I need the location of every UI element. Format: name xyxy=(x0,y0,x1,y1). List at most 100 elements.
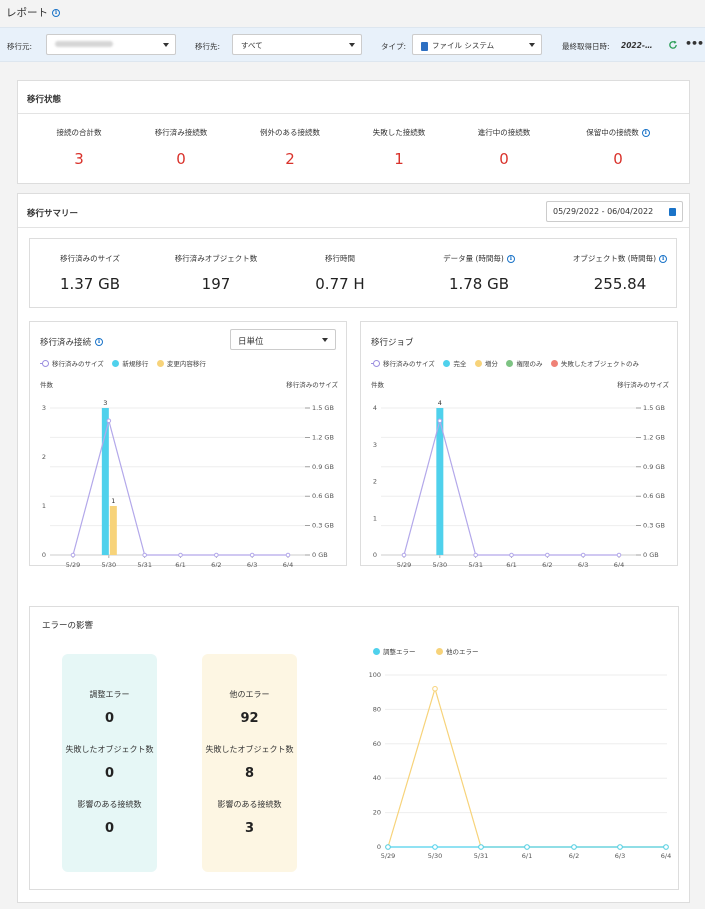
error-point xyxy=(478,844,484,850)
divider xyxy=(18,227,689,228)
error-point xyxy=(617,844,623,850)
left-tick-label: 4 xyxy=(373,404,377,412)
type-select[interactable]: ファイル システム xyxy=(412,34,542,55)
right-tick-label: 0.3 GB xyxy=(643,522,665,530)
error-chart: 0 20 40 60 80 100 5/29 5/30 5/31 6/1 6/2 6/3 6/4 xyxy=(369,671,672,860)
dest-select[interactable]: すべて xyxy=(232,34,362,55)
status-item-label: 移行済み接続数 xyxy=(126,127,236,138)
info-icon[interactable]: i xyxy=(95,338,104,346)
size-point xyxy=(214,552,219,558)
legend-item[interactable]: 権限のみ xyxy=(506,358,542,368)
status-item-label: 失敗した接続数 xyxy=(344,127,454,138)
legend-item[interactable]: 調整エラー xyxy=(373,646,416,656)
dest-value: すべて xyxy=(241,41,263,50)
left-tick-label: 3 xyxy=(42,404,46,412)
legend-item[interactable]: 変更内容移行 xyxy=(156,358,206,368)
bar-value-label: 4 xyxy=(438,399,442,407)
legend-item[interactable]: 増分 xyxy=(474,358,498,368)
status-item-label: 保留中の接続数 i xyxy=(563,127,673,138)
legend-item[interactable]: 移行済みのサイズ xyxy=(40,358,104,368)
status-item: 保留中の接続数 i 0 xyxy=(563,127,673,168)
dot-icon xyxy=(373,647,380,655)
status-item: 移行済み接続数 0 xyxy=(126,127,236,168)
source-select[interactable] xyxy=(46,34,176,55)
summary-label-text: 移行時間 xyxy=(325,254,355,263)
connections-chart-title-wrap: 移行済み接続 i xyxy=(40,336,104,348)
legend-item[interactable]: 移行済みのサイズ xyxy=(371,358,435,368)
info-icon[interactable]: i xyxy=(641,128,650,137)
size-point xyxy=(142,552,147,558)
jobs-chart: 件数 移行済みのサイズ 0 1 2 3 4 0 GB 0.3 GB 0.6 GB 0.9 GB 1.2… xyxy=(371,380,669,567)
right-tick-label: 1.2 GB xyxy=(643,433,665,441)
status-label-text: 失敗した接続数 xyxy=(372,128,426,137)
info-icon[interactable]: i xyxy=(659,254,668,263)
dot-icon xyxy=(443,359,451,367)
status-item-value: 2 xyxy=(285,150,295,168)
left-tick-label: 1 xyxy=(42,502,46,510)
date-range-picker[interactable]: 05/29/2022 - 06/04/2022 xyxy=(546,201,683,222)
info-icon[interactable]: i xyxy=(506,254,515,263)
status-item: 接続の合計数 3 xyxy=(24,127,134,168)
x-tick-label: 5/31 xyxy=(474,852,489,860)
left-axis-label: 件数 xyxy=(40,380,54,389)
right-axis-label: 移行済みのサイズ xyxy=(617,380,669,389)
other-error-value: 92 xyxy=(240,711,259,726)
dot-icon xyxy=(112,359,120,367)
status-card: 移行状態 接続の合計数 3 移行済み接続数 0 例外のある接続数 2 失敗した接続数 1 進行中… xyxy=(17,80,690,184)
dot-icon xyxy=(551,359,558,367)
left-tick-label: 0 xyxy=(42,551,46,559)
adjust-failed-label: 失敗したオブジェクト数 xyxy=(65,745,154,754)
summary-item: 移行時間 0.77 H xyxy=(265,253,415,293)
right-tick-label: 0.6 GB xyxy=(643,492,665,500)
y-tick-label: 60 xyxy=(373,740,381,748)
status-label-text: 進行中の接続数 xyxy=(477,128,531,137)
summary-item: オブジェクト数 (時間毎) i 255.84 xyxy=(545,253,695,293)
error-line xyxy=(387,686,666,848)
right-tick-label: 1.5 GB xyxy=(312,404,334,412)
adjust-conn-value: 0 xyxy=(104,821,115,836)
x-tick-label: 6/1 xyxy=(506,561,516,567)
size-point xyxy=(509,552,514,558)
status-item-label: 接続の合計数 xyxy=(24,127,134,138)
status-label-text: 移行済み接続数 xyxy=(154,128,208,137)
summary-card: 移行サマリー 05/29/2022 - 06/04/2022 移行済みのサイズ 1… xyxy=(17,193,690,903)
dot-icon xyxy=(474,359,482,367)
y-tick-label: 40 xyxy=(373,774,381,782)
x-tick-label: 6/1 xyxy=(175,561,185,567)
legend-item[interactable]: 失敗したオブジェクトのみ xyxy=(551,358,639,368)
line-marker-icon xyxy=(371,359,380,367)
right-tick-label: 0 GB xyxy=(643,551,659,559)
error-point xyxy=(571,844,577,850)
error-point xyxy=(524,844,530,850)
x-tick-label: 6/2 xyxy=(542,561,552,567)
chevron-down-icon xyxy=(322,338,328,342)
status-item-value: 0 xyxy=(176,150,186,168)
summary-label-text: 移行済みのサイズ xyxy=(60,254,120,263)
dot-icon xyxy=(436,647,444,655)
type-label: タイプ: xyxy=(381,42,407,51)
connections-chart-panel: 移行済み接続 i 日単位 移行済みのサイズ 新規移行 変更内容移行 件数 移行済み… xyxy=(29,321,347,567)
summary-label-text: データ量 (時間毎) xyxy=(443,254,504,263)
other-failed-value: 8 xyxy=(244,766,255,781)
info-icon[interactable]: i xyxy=(52,8,60,17)
x-tick-label: 6/4 xyxy=(283,561,293,567)
size-point xyxy=(285,552,291,558)
y-tick-label: 20 xyxy=(373,809,381,817)
jobs-legend: 移行済みのサイズ 完全 増分 権限のみ 失敗したオブジェクトのみ xyxy=(371,358,645,369)
refresh-icon[interactable] xyxy=(668,40,678,50)
connections-legend: 移行済みのサイズ 新規移行 変更内容移行 xyxy=(40,358,212,369)
legend-item[interactable]: 完全 xyxy=(443,358,466,368)
bar xyxy=(109,506,117,555)
x-tick-label: 5/31 xyxy=(468,561,483,567)
more-icon[interactable]: ••• xyxy=(685,37,704,50)
granularity-select[interactable]: 日単位 xyxy=(230,329,336,350)
error-point xyxy=(385,844,391,850)
legend-item[interactable]: 新規移行 xyxy=(112,358,148,368)
summary-label-text: 移行済みオブジェクト数 xyxy=(174,254,258,263)
x-tick-label: 6/3 xyxy=(578,561,588,567)
legend-item[interactable]: 他のエラー xyxy=(436,646,479,656)
size-point xyxy=(401,552,407,558)
right-tick-label: 0.9 GB xyxy=(312,463,334,471)
size-point xyxy=(70,552,76,558)
status-label-text: 保留中の接続数 xyxy=(586,128,639,137)
